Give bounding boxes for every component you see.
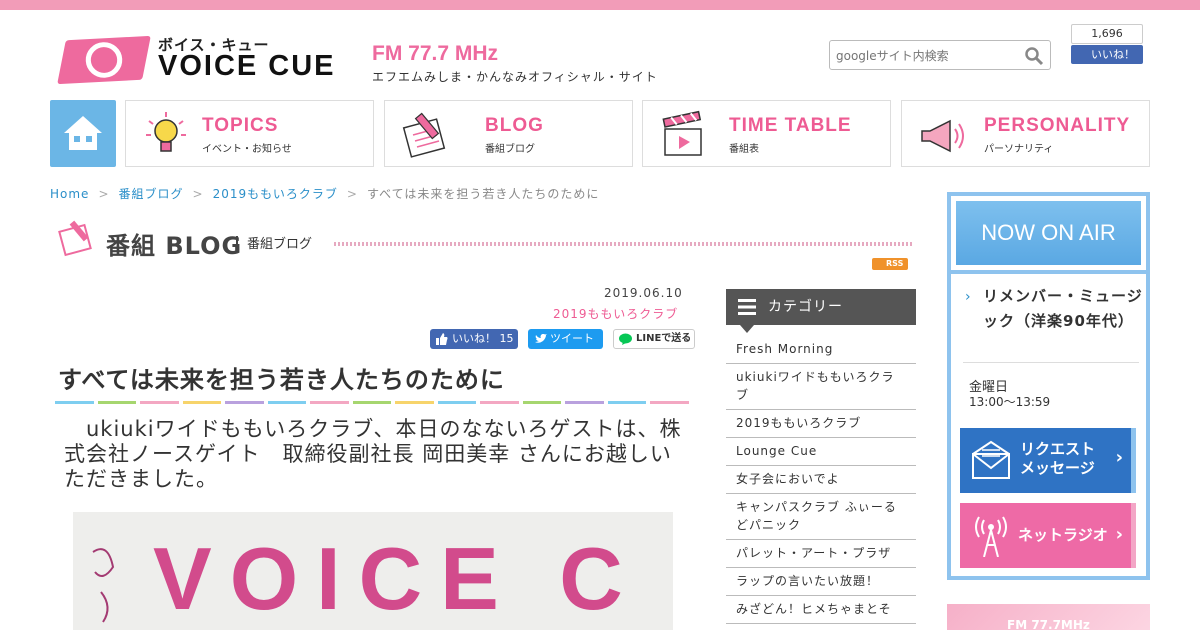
program-time: 13:00～13:59 [969,395,1051,409]
menu-icon [738,299,756,315]
voice-cue-logo-icon[interactable] [57,35,151,85]
blog-heading-sub: 番組ブログ [247,237,313,252]
post-date: 2019.06.10 [604,286,683,300]
rainbow-segment [352,401,392,404]
category-item[interactable]: みざどん！ヒメちゃまとそ [726,596,916,624]
category-item[interactable]: キャンパスクラブ ふぃーるどパニック [726,494,916,540]
rainbow-segment [140,401,179,404]
category-item[interactable]: 2019ももいろクラブ [726,410,916,438]
article-body: ukiukiワイドももいろクラブ、本日のなないろゲストは、株式会社ノースゲイト … [64,417,682,491]
megaphone-icon [921,119,964,153]
category-heading: カテゴリー [726,289,916,333]
nav-title: TOPICS [202,115,279,136]
nav-sub: 番組ブログ [485,144,535,155]
rainbow-segment [182,401,222,404]
nav-sub: パーソナリティ [984,144,1054,155]
rainbow-segment [522,401,562,404]
category-item[interactable]: Lounge Cue [726,438,916,466]
article-photo: VOICE C [73,512,673,630]
radio-tower-icon [975,516,1007,557]
nav-title: TIME TABLE [729,115,852,136]
fm-banner[interactable]: FM 77.7MHz [947,604,1150,632]
rainbow-segment [395,401,434,404]
rainbow-segment [565,401,604,404]
rainbow-segment [437,401,477,404]
breadcrumb-blog[interactable]: 番組ブログ [119,187,184,201]
request-label: リクエスト メッセージ [1020,440,1096,477]
dotted-rule [334,242,914,246]
notepad-pen-icon [402,112,446,158]
house-icon [64,116,102,150]
rainbow-underline [55,401,693,404]
now-on-air-heading: NOW ON AIR [956,201,1141,265]
category-item[interactable]: ラップの言いたい放題！ [726,568,916,596]
share-facebook-button[interactable]: いいね！ 15 [430,329,518,349]
chevron-right-icon: › [965,289,971,305]
rainbow-segment [607,401,647,404]
top-pink-bar [0,0,1200,10]
category-item[interactable]: パレット・アート・プラザ [726,540,916,568]
rainbow-segment [225,401,264,404]
fm-frequency: FM 77.7 MHz [372,42,499,65]
nav-blog[interactable]: BLOG 番組ブログ [384,100,633,167]
rainbow-segment [650,401,689,404]
search-input[interactable] [836,47,1016,65]
like-count: 1,696 [1071,24,1143,44]
line-logo-icon [619,333,632,345]
rainbow-segment [267,401,307,404]
home-button[interactable] [50,100,116,167]
facebook-like-button[interactable]: いいね！ [1071,45,1143,64]
search-icon[interactable] [1024,46,1044,66]
breadcrumb-current: すべては未来を担う若き人たちのために [366,187,600,201]
rainbow-segment [310,401,349,404]
panel-divider [951,270,1146,274]
request-message-button[interactable]: リクエスト メッセージ › [960,428,1136,493]
now-on-air-panel: NOW ON AIR › リメンバー・ミュージック（洋楽90年代） 金曜日 13… [947,192,1150,580]
nav-sub: 番組表 [729,144,759,155]
lightbulb-icon [146,112,186,152]
net-radio-label: ネットラジオ [1018,526,1108,544]
thumbs-up-icon [436,333,448,345]
chevron-right-icon: › [1115,524,1123,545]
category-item[interactable]: ukiukiワイドももいろクラブ [726,364,916,410]
nav-time-table[interactable]: TIME TABLE 番組表 [642,100,891,167]
chevron-right-icon: › [1115,447,1123,468]
envelope-icon [972,440,1010,479]
rainbow-segment [55,401,94,404]
current-program-link[interactable]: リメンバー・ミュージック（洋楽90年代） [983,284,1143,334]
share-line-button[interactable]: LINEで送る [613,329,695,349]
twitter-bird-icon [535,334,547,343]
net-radio-button[interactable]: ネットラジオ › [960,503,1136,568]
site-tagline: エフエムみしま・かんなみオフィシャル・サイト [372,70,658,84]
blog-heading-title: 番組 BLOG [106,232,243,260]
breadcrumb-home[interactable]: Home [50,187,89,201]
nav-personality[interactable]: PERSONALITY パーソナリティ [901,100,1150,167]
site-search [829,40,1051,70]
category-list: Fresh Morning ukiukiワイドももいろクラブ 2019ももいろク… [726,336,916,624]
rainbow-segment [97,401,137,404]
nav-topics[interactable]: TOPICS イベント・お知らせ [125,100,374,167]
share-twitter-button[interactable]: ツイート [528,329,603,349]
category-item[interactable]: Fresh Morning [726,336,916,364]
facebook-like-widget: 1,696 いいね！ [1071,24,1143,64]
photo-sign-text: VOICE C [153,529,641,628]
breadcrumb-category[interactable]: 2019ももいろクラブ [213,187,338,201]
post-category-link[interactable]: 2019ももいろクラブ [553,305,678,322]
blog-notepad-icon [58,220,92,257]
rss-button[interactable]: RSS [872,258,908,270]
breadcrumb: Home > 番組ブログ >2019ももいろクラブ > すべては未来を担う若き人たちのため… [50,187,600,201]
logo-text[interactable]: VOICE CUE [158,50,336,83]
article-title: すべては未来を担う若き人たちのために [58,366,505,394]
heading-divider [236,236,238,248]
nav-title: PERSONALITY [984,115,1131,136]
nav-title: BLOG [485,115,544,136]
nav-sub: イベント・お知らせ [202,144,292,155]
clapperboard-icon [662,110,702,156]
program-divider [963,362,1139,363]
category-item[interactable]: 女子会においでよ [726,466,916,494]
rainbow-segment [480,401,519,404]
